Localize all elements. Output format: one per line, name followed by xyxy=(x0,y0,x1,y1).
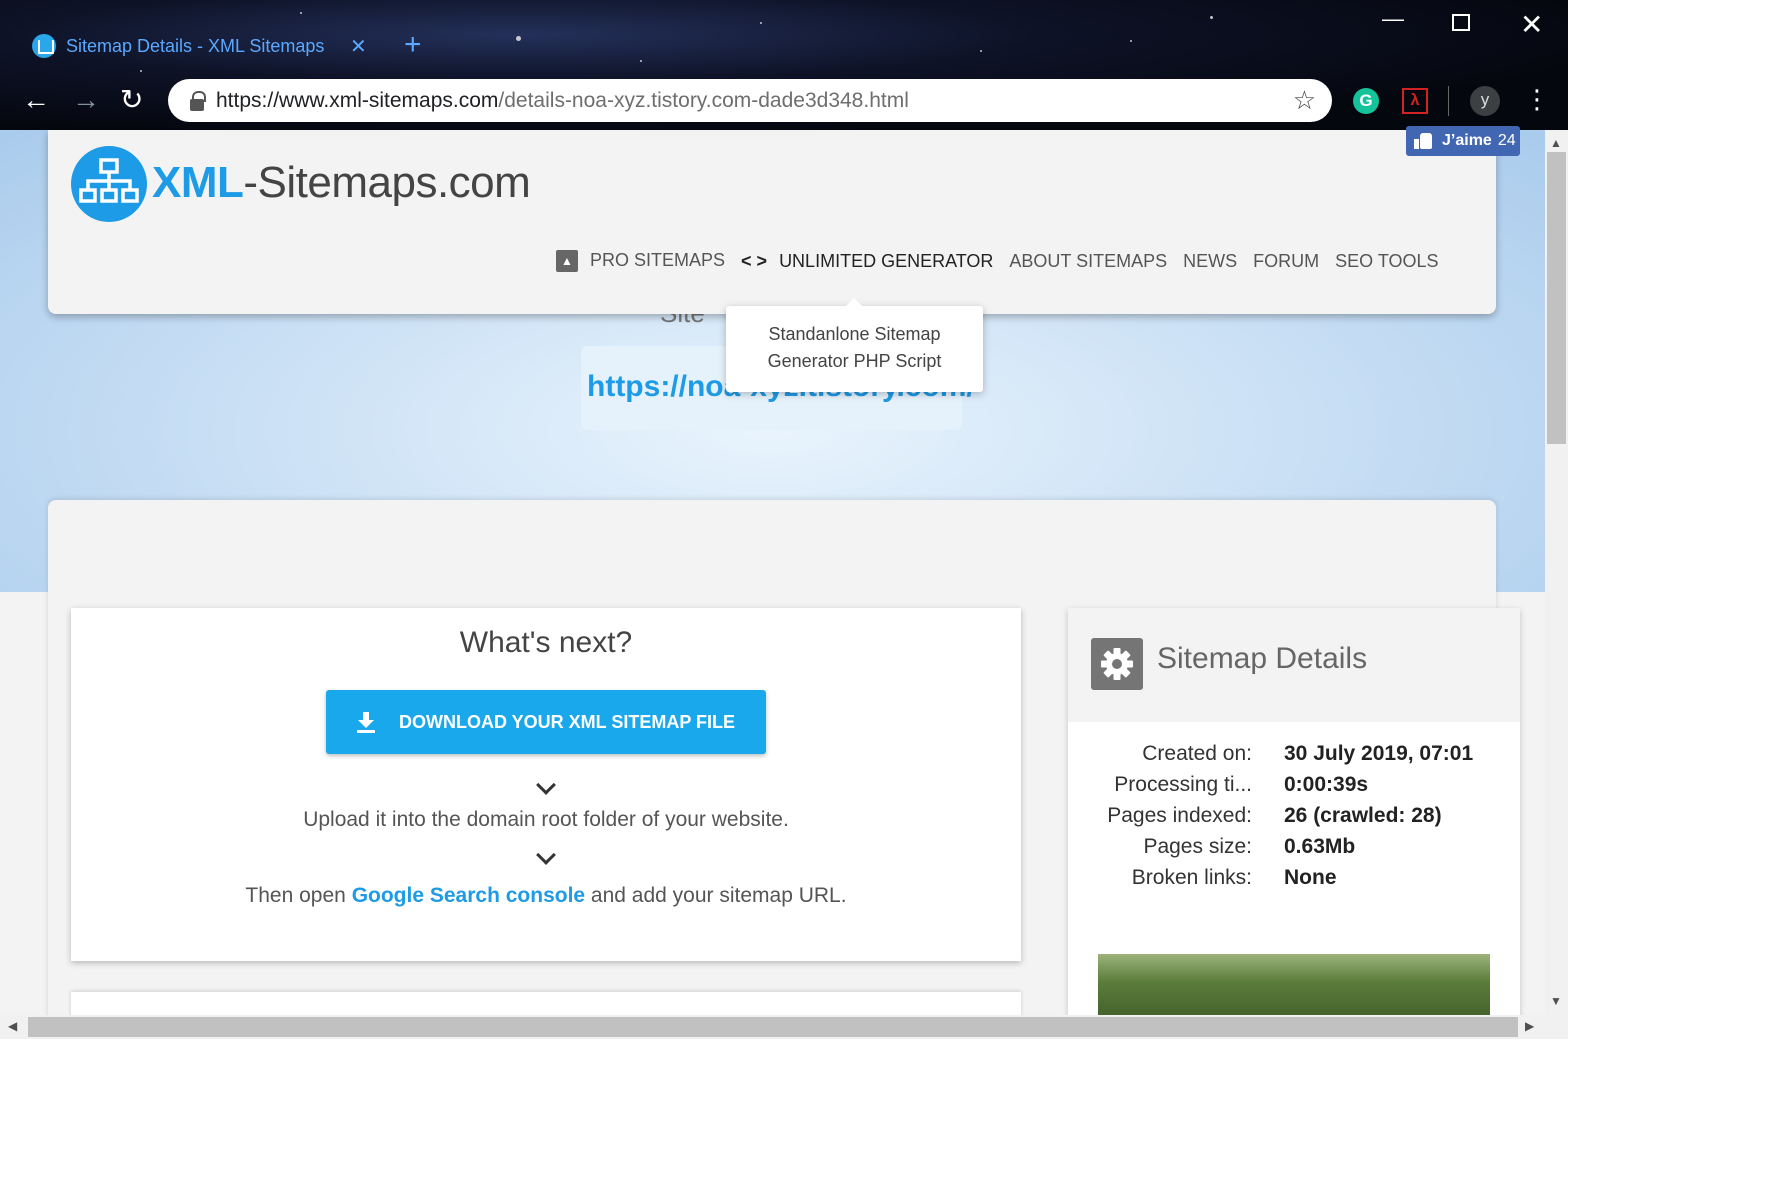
gear-icon xyxy=(1091,638,1143,690)
browser-tab[interactable]: Sitemap Details - XML Sitemaps ✕ xyxy=(20,28,380,64)
logo-xml: XML xyxy=(152,158,244,207)
menu-item-news[interactable]: NEWS xyxy=(1183,251,1237,272)
chevron-down-icon xyxy=(536,845,556,865)
menu-label: PRO SITEMAPS xyxy=(590,250,726,270)
like-label: J’aime xyxy=(1442,132,1492,149)
facebook-like-button[interactable]: J’aime 24 xyxy=(1406,126,1520,156)
tooltip-line: Standanlone Sitemap xyxy=(768,324,941,344)
scroll-down-arrow-icon[interactable]: ▼ xyxy=(1550,994,1562,1008)
detail-row: Processing ti... 0:00:39s xyxy=(1068,769,1520,800)
detail-label: Pages indexed: xyxy=(1107,803,1252,827)
star-decoration xyxy=(1130,40,1132,42)
menu-label: UNLIMITED GENERATOR xyxy=(779,250,994,271)
menu-item-pro-sitemaps[interactable]: ▲ PRO SITEMAPS xyxy=(556,250,726,273)
page-viewport: Site https://noa-xyz.tistory.com/ XML-Si… xyxy=(0,130,1545,1015)
detail-label: Broken links: xyxy=(1131,865,1252,889)
horizontal-scroll-thumb[interactable] xyxy=(28,1017,1518,1037)
star-decoration xyxy=(640,60,642,62)
star-decoration xyxy=(760,22,762,24)
forward-arrow-icon[interactable]: → xyxy=(72,84,100,116)
detail-row: Pages indexed: 26 (crawled: 28) xyxy=(1068,800,1520,831)
menu-item-unlimited-generator[interactable]: < > UNLIMITED GENERATOR xyxy=(741,251,993,272)
bookmark-star-icon[interactable]: ☆ xyxy=(1293,85,1316,116)
pro-sitemaps-icon: ▲ xyxy=(556,250,578,273)
download-icon xyxy=(356,712,375,733)
address-bar[interactable]: https://www.xml-sitemaps.com/details-noa… xyxy=(168,79,1332,122)
search-console-instruction: Then open Google Search console and add … xyxy=(71,884,1021,908)
star-decoration xyxy=(140,70,142,72)
new-tab-icon[interactable]: + xyxy=(404,30,422,60)
sitemap-details-title: Sitemap Details xyxy=(1157,642,1368,675)
tooltip-line: Generator PHP Script xyxy=(767,351,942,371)
browser-chrome: Sitemap Details - XML Sitemaps ✕ + — ✕ ←… xyxy=(0,0,1568,130)
close-window-icon[interactable]: ✕ xyxy=(1520,8,1543,41)
secondary-card xyxy=(71,992,1021,1015)
whats-next-title: What's next? xyxy=(459,626,633,659)
scroll-left-arrow-icon[interactable]: ◀ xyxy=(8,1019,17,1033)
google-search-console-link[interactable]: Google Search console xyxy=(352,884,585,907)
sitemap-tree-icon xyxy=(79,158,139,203)
detail-value: 0.63Mb xyxy=(1284,834,1356,858)
detail-value: None xyxy=(1284,865,1337,889)
download-button-label: DOWNLOAD YOUR XML SITEMAP FILE xyxy=(398,711,735,732)
maximize-icon[interactable] xyxy=(1452,14,1470,31)
instruction-text: Then open xyxy=(245,884,352,907)
detail-value: 0:00:39s xyxy=(1284,772,1369,796)
code-icon: < > xyxy=(741,250,768,271)
sitemap-logo-icon[interactable] xyxy=(71,146,147,222)
toolbar-divider xyxy=(1448,86,1449,116)
browser-menu-icon[interactable]: ⋮ xyxy=(1524,84,1550,114)
instruction-text: and add your sitemap URL. xyxy=(585,884,847,907)
upload-instruction: Upload it into the domain root folder of… xyxy=(303,808,789,831)
url-path: /details-noa-xyz.tistory.com-dade3d348.h… xyxy=(498,88,909,112)
minimize-icon[interactable]: — xyxy=(1382,6,1404,32)
site-header: XML-Sitemaps.com ▲ PRO SITEMAPS < > UNLIMI… xyxy=(48,130,1496,314)
thumbs-up-icon xyxy=(1414,133,1432,149)
star-decoration xyxy=(516,36,521,41)
lock-icon xyxy=(190,90,206,111)
back-arrow-icon[interactable]: ← xyxy=(22,84,50,116)
like-count: 24 xyxy=(1497,132,1516,149)
detail-label: Pages size: xyxy=(1143,834,1252,858)
menu-item-about-sitemaps[interactable]: ABOUT SITEMAPS xyxy=(1009,251,1167,272)
vertical-scroll-thumb[interactable] xyxy=(1547,152,1566,444)
details-table: Created on: 30 July 2019, 07:01 Processin… xyxy=(1068,738,1520,893)
profile-avatar[interactable]: y xyxy=(1470,86,1500,116)
download-sitemap-button[interactable]: DOWNLOAD YOUR XML SITEMAP FILE xyxy=(326,690,766,754)
main-menu: ▲ PRO SITEMAPS < > UNLIMITED GENERATOR ABO… xyxy=(556,250,1455,273)
menu-item-seo-tools[interactable]: SEO TOOLS xyxy=(1335,251,1438,272)
site-logo-text[interactable]: XML-Sitemaps.com xyxy=(152,158,531,208)
site-screenshot-thumbnail[interactable] xyxy=(1098,954,1490,1015)
url-text[interactable]: https://www.xml-sitemaps.com/details-noa… xyxy=(216,89,909,113)
detail-row: Broken links: None xyxy=(1068,862,1520,893)
menu-item-forum[interactable]: FORUM xyxy=(1253,251,1319,272)
details-header: Sitemap Details xyxy=(1068,608,1520,722)
sitemap-favicon-icon xyxy=(32,34,56,58)
detail-row: Pages size: 0.63Mb xyxy=(1068,831,1520,862)
detail-value: 30 July 2019, 07:01 xyxy=(1284,741,1474,765)
scroll-right-arrow-icon[interactable]: ▶ xyxy=(1525,1019,1534,1033)
chevron-down-icon xyxy=(536,775,556,795)
url-host: https://www.xml-sitemaps.com xyxy=(216,88,499,112)
logo-rest: -Sitemaps.com xyxy=(243,158,531,207)
detail-value: 26 (crawled: 28) xyxy=(1284,803,1442,827)
star-decoration xyxy=(1210,16,1213,19)
detail-row: Created on: 30 July 2019, 07:01 xyxy=(1068,738,1520,769)
close-tab-icon[interactable]: ✕ xyxy=(350,34,367,59)
gear-svg-icon xyxy=(1101,648,1133,680)
generator-tooltip: Standanlone Sitemap Generator PHP Script xyxy=(726,298,983,392)
scroll-up-arrow-icon[interactable]: ▲ xyxy=(1550,136,1562,150)
sitemap-details-card: Sitemap Details Created on: 30 July 2019,… xyxy=(1068,608,1520,1015)
detail-label: Processing ti... xyxy=(1114,772,1252,796)
star-decoration xyxy=(980,50,982,52)
tab-title: Sitemap Details - XML Sitemaps xyxy=(66,35,325,56)
grammarly-extension-icon[interactable]: G xyxy=(1353,88,1379,114)
reload-icon[interactable]: ↻ xyxy=(120,84,143,116)
whats-next-card: What's next? DOWNLOAD YOUR XML SITEMAP F… xyxy=(71,608,1021,961)
star-decoration xyxy=(300,12,302,14)
pdf-extension-icon[interactable]: λ xyxy=(1402,88,1428,114)
detail-label: Created on: xyxy=(1142,741,1252,765)
